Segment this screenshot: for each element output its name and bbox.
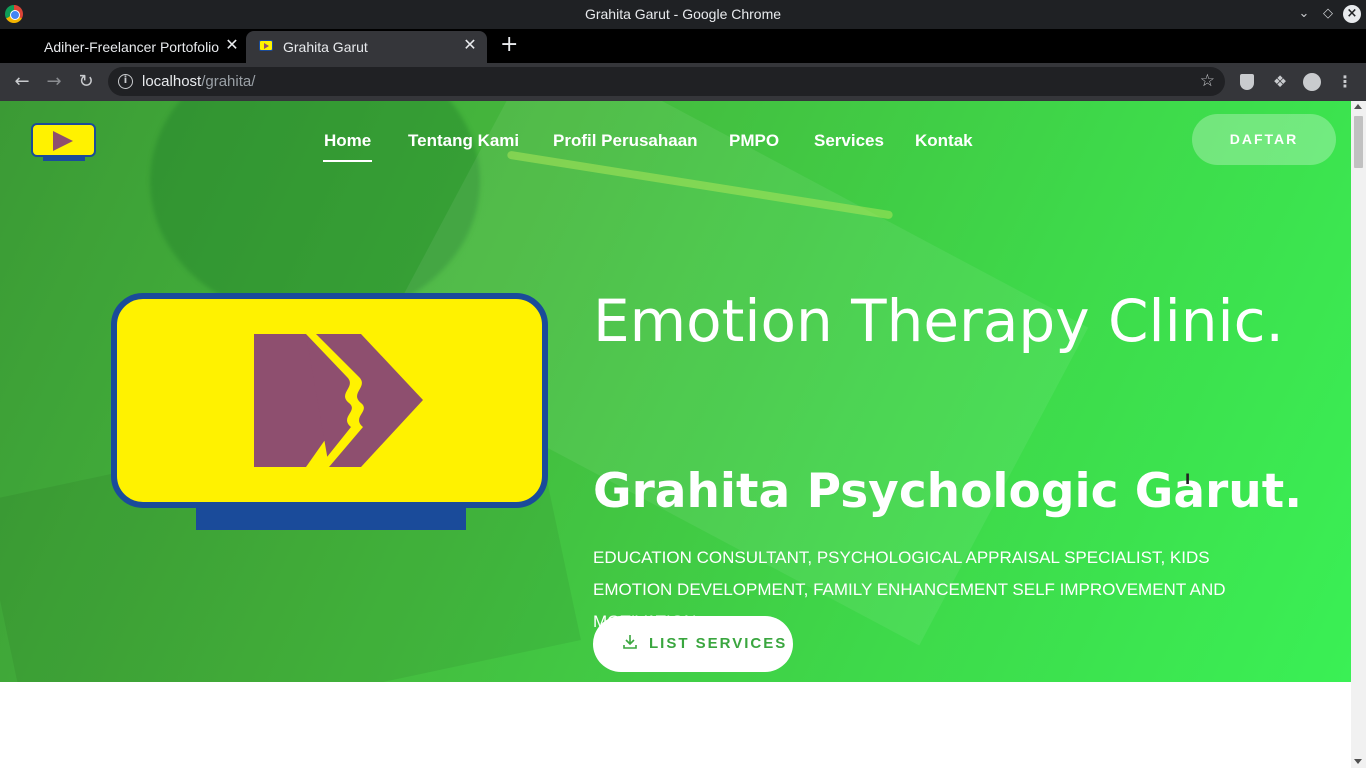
tab-adiher-portfolio[interactable]: Adiher-Freelancer Portofolio ✕	[0, 31, 246, 63]
tab-close-icon[interactable]: ✕	[462, 37, 478, 55]
page-scrollbar[interactable]	[1351, 101, 1366, 768]
site-logo[interactable]	[31, 123, 96, 161]
favicon-icon	[259, 40, 273, 51]
scrollbar-thumb[interactable]	[1354, 116, 1363, 168]
window-titlebar: Grahita Garut - Google Chrome ⌄ ◇ ×	[0, 0, 1366, 29]
nav-item-services[interactable]: Services	[814, 131, 884, 151]
more-menu-icon[interactable]: ⋮	[1334, 71, 1356, 93]
list-services-button[interactable]: LIST SERVICES	[593, 616, 793, 672]
download-icon	[623, 635, 637, 649]
nav-item-pmpo[interactable]: PMPO	[729, 131, 779, 151]
site-info-icon[interactable]: i	[118, 74, 133, 89]
maximize-icon[interactable]: ◇	[1319, 5, 1337, 23]
bookmark-star-icon[interactable]: ☆	[1200, 71, 1215, 91]
reload-icon[interactable]: ↻	[74, 70, 98, 94]
tab-close-icon[interactable]: ✕	[224, 37, 240, 55]
scroll-down-icon[interactable]	[1354, 759, 1362, 764]
browser-toolbar: ← → ↻ i localhost/grahita/ ☆ ❖ ⋮	[0, 63, 1366, 101]
page-viewport: Home Tentang Kami Profil Perusahaan PMPO…	[0, 101, 1351, 768]
hero-title: Emotion Therapy Clinic.	[593, 287, 1284, 355]
minimize-icon[interactable]: ⌄	[1295, 5, 1313, 23]
address-bar[interactable]: i localhost/grahita/ ☆	[108, 67, 1225, 96]
url-text[interactable]: localhost/grahita/	[142, 73, 255, 90]
new-tab-icon[interactable]: +	[500, 34, 518, 56]
extensions-puzzle-icon[interactable]: ❖	[1269, 71, 1291, 93]
nav-item-tentang-kami[interactable]: Tentang Kami	[408, 131, 519, 151]
tab-strip: Adiher-Freelancer Portofolio ✕ Grahita G…	[0, 29, 1366, 63]
scroll-up-icon[interactable]	[1354, 104, 1362, 109]
nav-item-home[interactable]: Home	[322, 131, 373, 162]
hero-section: Home Tentang Kami Profil Perusahaan PMPO…	[0, 101, 1351, 682]
grahita-logo-image	[111, 293, 548, 630]
list-services-label: LIST SERVICES	[649, 635, 788, 652]
profile-avatar-icon[interactable]	[1301, 71, 1323, 93]
nav-item-profil-perusahaan[interactable]: Profil Perusahaan	[553, 131, 698, 151]
logo-mark-icon	[254, 334, 423, 467]
window-title: Grahita Garut - Google Chrome	[584, 6, 782, 22]
hero-subtitle: Grahita Psychologic Garut.	[593, 464, 1303, 519]
shield-extension-icon[interactable]	[1236, 71, 1258, 93]
tab-label: Grahita Garut	[283, 39, 368, 55]
close-window-icon[interactable]: ×	[1343, 5, 1361, 23]
tab-label: Adiher-Freelancer Portofolio	[44, 39, 220, 55]
daftar-button[interactable]: DAFTAR	[1192, 114, 1336, 165]
tab-grahita-garut[interactable]: Grahita Garut ✕	[246, 31, 487, 63]
text-cursor-icon: I	[1185, 472, 1191, 488]
forward-icon[interactable]: →	[42, 70, 66, 94]
back-icon[interactable]: ←	[10, 70, 34, 94]
nav-item-kontak[interactable]: Kontak	[915, 131, 973, 151]
